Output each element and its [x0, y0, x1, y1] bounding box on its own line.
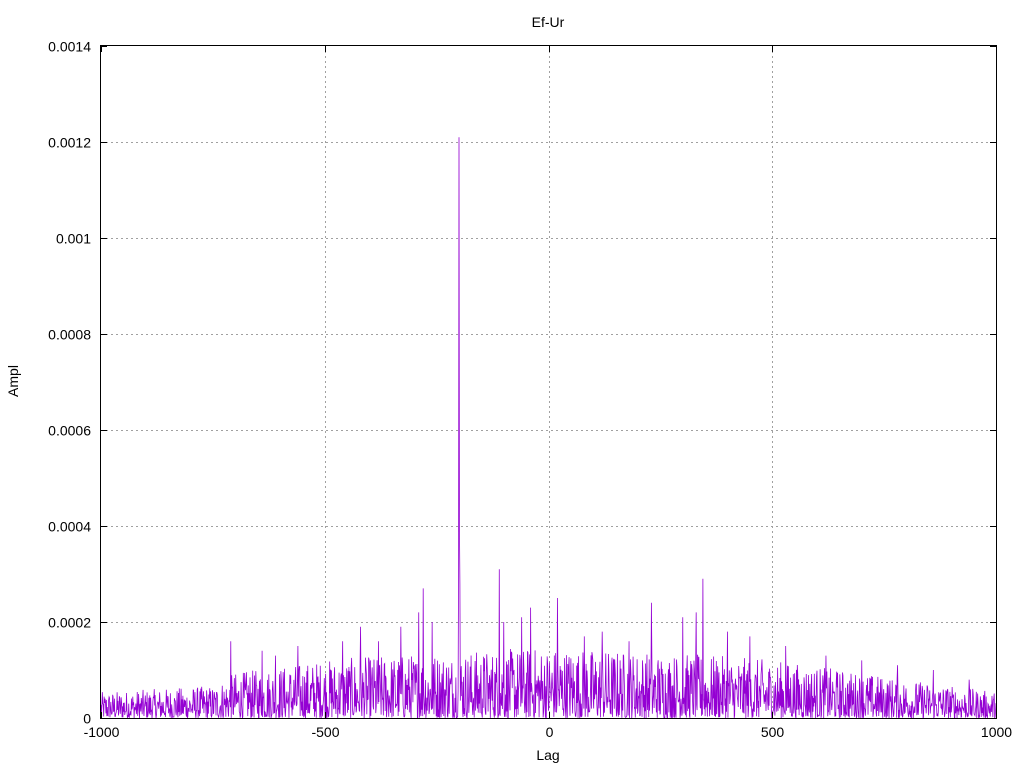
- y-tick-label: 0.0008: [48, 327, 91, 343]
- plot-frame: [100, 45, 997, 719]
- x-tick-label: 1000: [981, 724, 1012, 740]
- y-axis-label: Ampl: [5, 365, 21, 397]
- chart: Ef-Ur -1000 -500 0 500 100000.00020.00040.00…: [5, 14, 1012, 763]
- y-tick-label: 0: [83, 711, 91, 727]
- x-tick-label: -500: [311, 724, 339, 740]
- y-tick-label: 0.0002: [48, 615, 91, 631]
- series-line: [100, 137, 997, 720]
- y-tick-label: 0.001: [56, 231, 91, 247]
- chart-title: Ef-Ur: [532, 14, 565, 30]
- x-tick-label: 0: [546, 724, 554, 740]
- y-tick-label: 0.0012: [48, 135, 91, 151]
- y-tick-label: 0.0006: [48, 423, 91, 439]
- series-layer: [100, 137, 997, 720]
- x-tick-label: 500: [761, 724, 785, 740]
- grid-layer: [101, 46, 996, 718]
- y-tick-label: 0.0004: [48, 519, 91, 535]
- x-axis-label: Lag: [536, 747, 559, 763]
- y-tick-label: 0.0014: [48, 39, 91, 55]
